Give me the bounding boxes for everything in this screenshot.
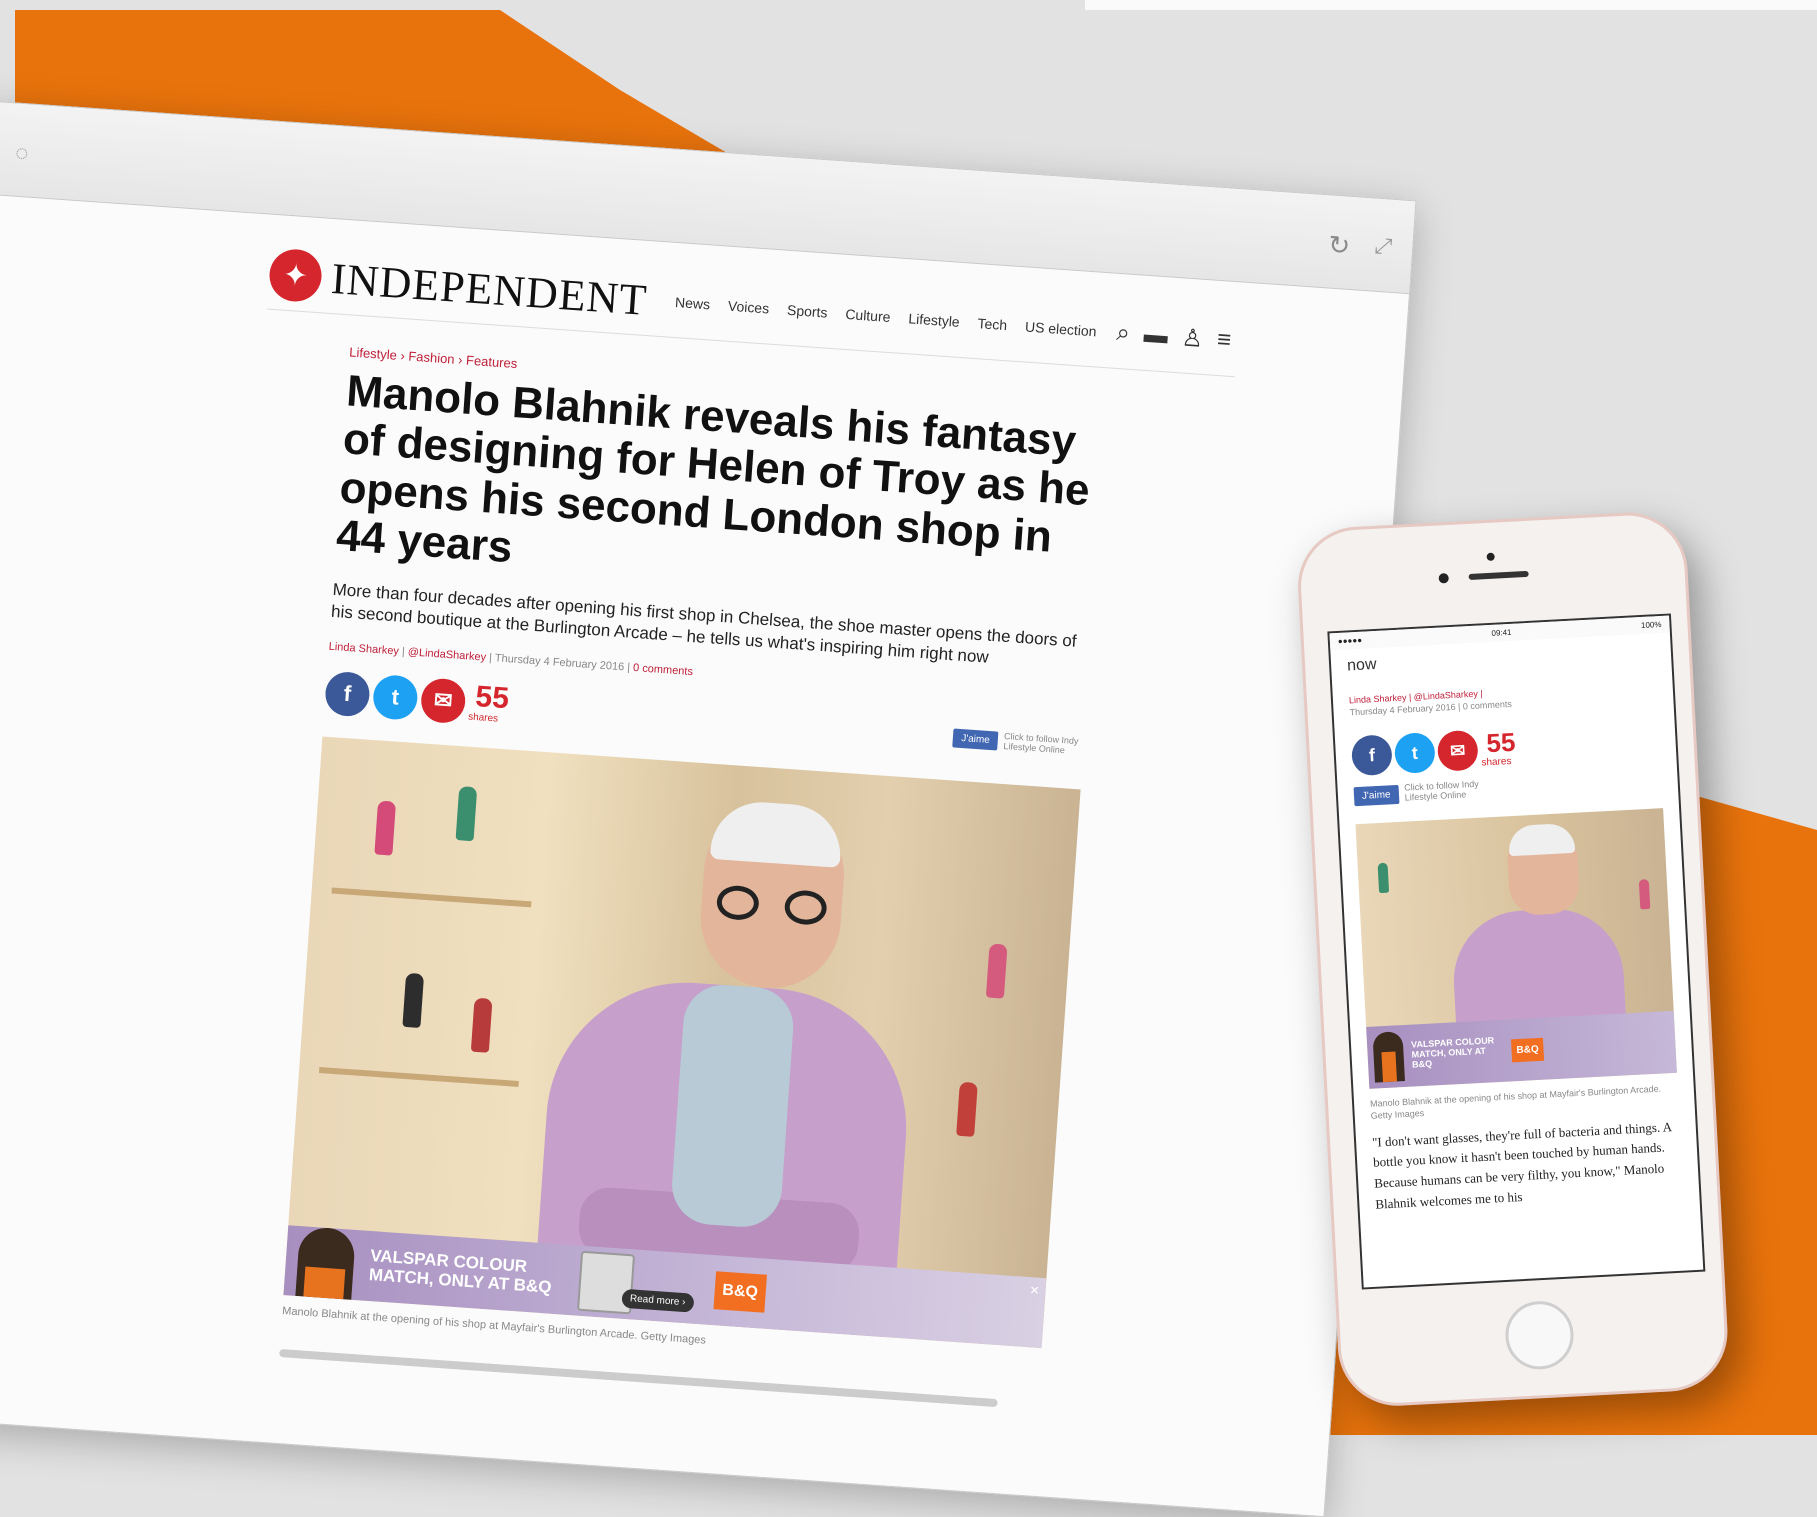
phone-ad-text: VALSPAR COLOUR MATCH, ONLY AT B&Q [1410, 1035, 1495, 1070]
status-time: 09:41 [1491, 627, 1512, 638]
twitter-share-icon[interactable]: t [371, 673, 419, 721]
phone-speaker [1468, 570, 1529, 580]
facebook-share-icon[interactable]: f [323, 670, 371, 718]
bq-logo: B&Q [713, 1270, 768, 1313]
phone-like-box: J'aime Click to follow Indy Lifestyle On… [1353, 771, 1663, 807]
twitter-share-icon[interactable]: t [1393, 732, 1436, 775]
phone-caption: Manolo Blahnik at the opening of his sho… [1369, 1083, 1662, 1121]
phone-camera [1438, 573, 1449, 584]
hero-image: VALSPAR COLOUR MATCH, ONLY AT B&Q Read m… [283, 736, 1081, 1348]
phone-body: ●●●●● 09:41 100% now Linda Sharkey | @Li… [1295, 509, 1731, 1409]
carrier-signal: ●●●●● [1337, 635, 1363, 646]
phone-bq-logo: B&Q [1510, 1037, 1545, 1063]
nav-item-us-election[interactable]: US election [1025, 318, 1098, 339]
phone-share-bar: f t ✉ 55 shares [1350, 721, 1661, 777]
email-share-icon[interactable]: ✉ [1436, 730, 1479, 773]
phone-sensor [1486, 552, 1495, 561]
nav-item-news[interactable]: News [675, 294, 711, 312]
nav-item-tech[interactable]: Tech [977, 315, 1008, 333]
subscribe-icon[interactable]: ▬ [1143, 320, 1169, 351]
phone-article: now Linda Sharkey | @LindaSharkey | Thur… [1330, 633, 1700, 1225]
site-logo[interactable]: INDEPENDENT [330, 253, 649, 326]
back-icon[interactable]: ◌ [15, 140, 30, 167]
share-counter: 55 shares [468, 680, 511, 726]
desktop-browser-mockup: ◌ ↻ ⤢ ✦ INDEPENDENT News Voices Sports C… [0, 100, 1417, 1517]
header-icons: ⌕ ▬ ♙ ≡ [1115, 318, 1233, 355]
phone-like-button[interactable]: J'aime [1353, 784, 1400, 807]
ad-person-image [295, 1225, 357, 1300]
expand-icon[interactable]: ⤢ [1374, 233, 1393, 260]
home-button[interactable] [1503, 1299, 1576, 1372]
nav-item-lifestyle[interactable]: Lifestyle [908, 310, 960, 330]
eagle-logo-icon[interactable]: ✦ [267, 247, 324, 304]
phone-ad-person [1372, 1031, 1405, 1083]
email-share-icon[interactable]: ✉ [419, 677, 467, 725]
phone-like-note: Click to follow Indy Lifestyle Online [1403, 779, 1479, 803]
nav-item-culture[interactable]: Culture [845, 306, 891, 325]
ad-close-icon[interactable]: ✕ [1029, 1283, 1040, 1298]
phone-ad-banner[interactable]: VALSPAR COLOUR MATCH, ONLY AT B&Q B&Q [1366, 1010, 1677, 1090]
facebook-share-icon[interactable]: f [1350, 734, 1393, 777]
author-link[interactable]: Linda Sharkey [328, 640, 399, 657]
phone-share-count: 55 [1485, 727, 1517, 759]
phone-mockup: ●●●●● 09:41 100% now Linda Sharkey | @Li… [1295, 509, 1731, 1409]
ad-read-more-button[interactable]: Read more › [621, 1288, 695, 1313]
search-icon[interactable]: ⌕ [1115, 318, 1131, 348]
phone-hero-image: VALSPAR COLOUR MATCH, ONLY AT B&Q B&Q [1355, 808, 1677, 1090]
phone-screen: ●●●●● 09:41 100% now Linda Sharkey | @Li… [1327, 613, 1706, 1290]
author-handle[interactable]: @LindaSharkey [407, 646, 486, 663]
browser-frame: ◌ ↻ ⤢ ✦ INDEPENDENT News Voices Sports C… [0, 100, 1417, 1517]
main-nav: News Voices Sports Culture Lifestyle Tec… [675, 294, 1097, 339]
phone-body-text: "I don't want glasses, they're full of b… [1371, 1118, 1672, 1212]
share-count: 55 [474, 680, 511, 716]
ad-text: VALSPAR COLOUR MATCH, ONLY AT B&Q [368, 1246, 553, 1297]
facebook-like-box: J'aime Click to follow Indy Lifestyle On… [952, 728, 1085, 757]
user-icon[interactable]: ♙ [1181, 323, 1204, 353]
reload-icon[interactable]: ↻ [1327, 229, 1351, 261]
menu-icon[interactable]: ≡ [1216, 325, 1232, 355]
article-page: ✦ INDEPENDENT News Voices Sports Culture… [0, 193, 1409, 1516]
nav-item-sports[interactable]: Sports [787, 302, 828, 321]
phone-share-counter: 55 shares [1480, 727, 1517, 769]
headline-tail: now [1346, 655, 1377, 675]
comments-link[interactable]: 0 comments [633, 662, 694, 678]
nav-item-voices[interactable]: Voices [727, 298, 769, 317]
phone-share-label: shares [1481, 756, 1512, 769]
like-note: Click to follow Indy Lifestyle Online [1003, 730, 1079, 755]
like-button[interactable]: J'aime [952, 728, 999, 751]
publish-date: Thursday 4 February 2016 [494, 652, 625, 674]
article: Lifestyle › Fashion › Features Manolo Bl… [279, 344, 1108, 1409]
phone-byline: Linda Sharkey | @LindaSharkey | Thursday… [1349, 679, 1658, 718]
battery-level: 100% [1640, 619, 1662, 631]
